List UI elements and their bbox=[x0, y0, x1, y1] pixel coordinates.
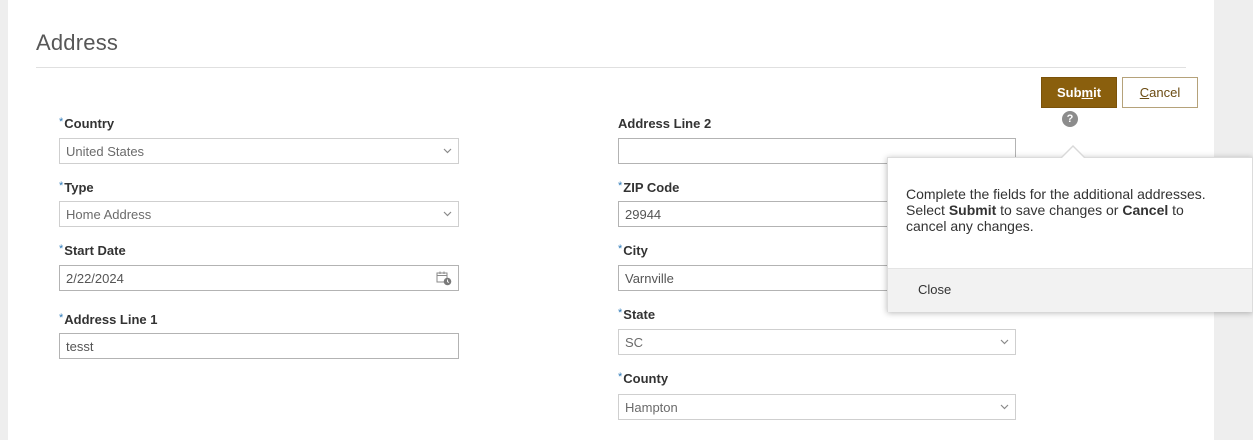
help-text-submit: Submit bbox=[948, 202, 997, 218]
required-marker: * bbox=[59, 243, 64, 255]
start-date-label-text: Start Date bbox=[64, 243, 126, 258]
start-date-value: 2/22/2024 bbox=[66, 270, 124, 286]
county-label-text: County bbox=[623, 371, 669, 386]
required-marker: * bbox=[618, 180, 623, 192]
cancel-label-post: ancel bbox=[1149, 85, 1181, 100]
type-value: Home Address bbox=[66, 206, 152, 222]
address-line-1-input[interactable]: tesst bbox=[59, 333, 459, 359]
help-popup-line-1: Complete the fields for the additional a… bbox=[906, 186, 1206, 202]
help-popup: Complete the fields for the additional a… bbox=[887, 157, 1253, 312]
county-select[interactable]: Hampton bbox=[618, 394, 1016, 420]
required-marker: * bbox=[59, 312, 64, 324]
country-label-text: Country bbox=[64, 116, 115, 131]
county-value: Hampton bbox=[625, 399, 678, 415]
submit-label-pre: Sub bbox=[1056, 85, 1082, 100]
type-select[interactable]: Home Address bbox=[59, 201, 459, 227]
calendar-icon[interactable] bbox=[436, 271, 452, 286]
submit-label-mnemonic: m bbox=[1081, 85, 1094, 100]
country-select[interactable]: United States bbox=[59, 138, 459, 164]
zip-code-label: *ZIP Code bbox=[618, 180, 679, 195]
submit-button[interactable]: Sub m it bbox=[1041, 77, 1117, 108]
type-label: *Type bbox=[59, 180, 94, 195]
chevron-down-icon bbox=[1000, 339, 1009, 345]
required-marker: * bbox=[618, 371, 623, 383]
cancel-button[interactable]: Cancel bbox=[1122, 77, 1198, 108]
address-line-1-label-text: Address Line 1 bbox=[64, 312, 158, 327]
left-edge bbox=[0, 0, 8, 440]
help-text: to bbox=[1168, 202, 1184, 218]
help-popup-footer: Close bbox=[888, 268, 1252, 312]
zip-code-label-text: ZIP Code bbox=[623, 180, 680, 195]
state-label-text: State bbox=[623, 307, 656, 322]
chevron-down-icon bbox=[1000, 404, 1009, 410]
help-popup-message: Complete the fields for the additional a… bbox=[906, 186, 1246, 234]
help-text: to save changes or bbox=[996, 202, 1123, 218]
submit-label-post: it bbox=[1093, 85, 1102, 100]
help-icon[interactable]: ? bbox=[1062, 111, 1078, 127]
start-date-label: *Start Date bbox=[59, 243, 126, 258]
city-label-text: City bbox=[623, 243, 648, 258]
title-divider bbox=[36, 67, 1186, 68]
cancel-label-mnemonic: C bbox=[1139, 85, 1150, 100]
close-button[interactable]: Close bbox=[918, 282, 951, 297]
state-value: SC bbox=[625, 334, 644, 350]
start-date-input[interactable]: 2/22/2024 bbox=[59, 265, 459, 291]
popup-arrow-fill bbox=[1061, 147, 1085, 159]
chevron-down-icon bbox=[443, 148, 452, 154]
address-line-1-label: *Address Line 1 bbox=[59, 312, 157, 327]
address-line-1-value: tesst bbox=[66, 338, 94, 354]
country-value: United States bbox=[66, 143, 145, 159]
state-select[interactable]: SC bbox=[618, 329, 1016, 355]
state-label: *State bbox=[618, 307, 655, 322]
address-line-2-label-text: Address Line 2 bbox=[618, 116, 712, 131]
help-text: Select bbox=[906, 202, 949, 218]
required-marker: * bbox=[59, 116, 64, 128]
help-popup-line-2: Select Submit to save changes or Cancel … bbox=[906, 202, 1246, 218]
country-label: *Country bbox=[59, 116, 114, 131]
chevron-down-icon bbox=[443, 211, 452, 217]
required-marker: * bbox=[59, 180, 64, 192]
required-marker: * bbox=[618, 243, 623, 255]
county-label: *County bbox=[618, 371, 668, 386]
type-label-text: Type bbox=[64, 180, 94, 195]
address-line-2-label: Address Line 2 bbox=[618, 116, 711, 131]
section-title: Address bbox=[36, 30, 119, 55]
city-label: *City bbox=[618, 243, 648, 258]
help-text-cancel: Cancel bbox=[1122, 202, 1169, 218]
required-marker: * bbox=[618, 307, 623, 319]
help-popup-line-3: cancel any changes. bbox=[906, 218, 1034, 234]
